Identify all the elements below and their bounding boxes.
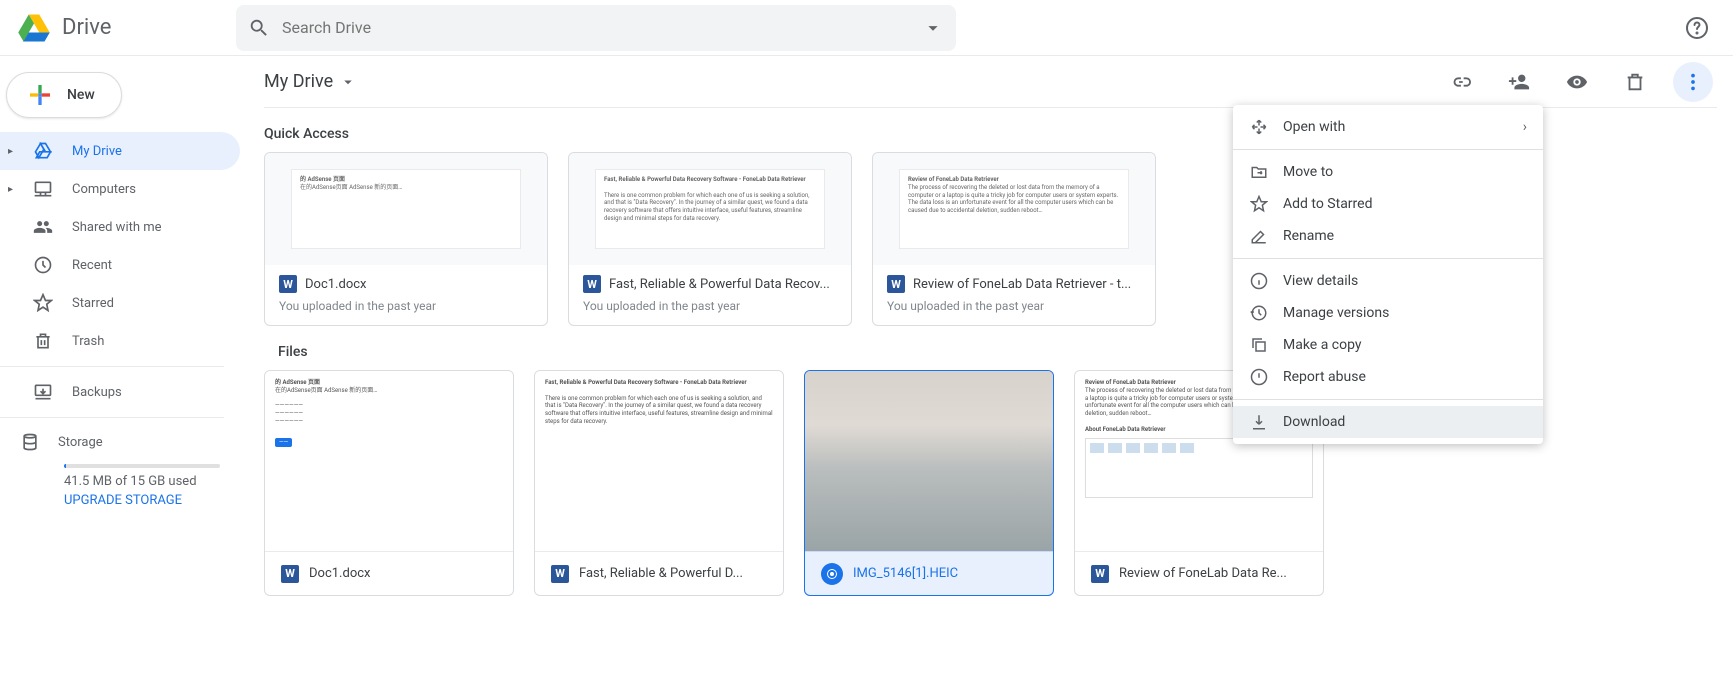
word-icon: W <box>281 565 299 583</box>
menu-manage-versions[interactable]: Manage versions <box>1233 297 1543 329</box>
plus-icon <box>25 80 55 110</box>
trash-icon <box>33 331 53 351</box>
word-icon: W <box>1091 565 1109 583</box>
chevron-down-icon <box>339 73 357 91</box>
remove-button[interactable] <box>1615 62 1655 102</box>
download-icon <box>1250 413 1268 431</box>
sidebar-item-storage[interactable]: Storage <box>0 424 240 460</box>
sidebar-item-starred[interactable]: Starred <box>0 284 240 322</box>
menu-make-copy[interactable]: Make a copy <box>1233 329 1543 361</box>
report-icon <box>1250 368 1268 386</box>
new-label: New <box>67 87 95 103</box>
sidebar-item-computers[interactable]: ▸ Computers <box>0 170 240 208</box>
breadcrumb[interactable]: My Drive <box>264 71 357 92</box>
storage-bar <box>64 464 220 468</box>
file-card[interactable]: IMG_5146[1].HEIC <box>804 370 1054 596</box>
eye-icon <box>1566 71 1588 93</box>
info-icon <box>1250 272 1268 290</box>
sidebar-item-shared[interactable]: Shared with me <box>0 208 240 246</box>
file-card[interactable]: 的 AdSense 页面在的AdSense页面 AdSense 新的页面…———… <box>264 370 514 596</box>
backups-icon <box>33 382 53 402</box>
history-icon <box>1250 304 1268 322</box>
recent-icon <box>33 255 53 275</box>
word-icon: W <box>279 275 297 293</box>
search-bar[interactable] <box>236 5 956 51</box>
sidebar-item-trash[interactable]: Trash <box>0 322 240 360</box>
copy-icon <box>1250 336 1268 354</box>
storage-used-text: 41.5 MB of 15 GB used <box>64 474 220 489</box>
word-icon: W <box>551 565 569 583</box>
share-button[interactable] <box>1499 62 1539 102</box>
sidebar-label: Starred <box>72 296 114 311</box>
computers-icon <box>33 179 53 199</box>
sidebar-item-backups[interactable]: Backups <box>0 373 240 411</box>
menu-report-abuse[interactable]: Report abuse <box>1233 361 1543 393</box>
search-input[interactable] <box>282 18 910 37</box>
new-button[interactable]: New <box>6 72 122 118</box>
shared-icon <box>33 217 53 237</box>
sidebar-label: Backups <box>72 385 122 400</box>
quick-card[interactable]: 的 AdSense 页面在的AdSense页面 AdSense 新的页面… WD… <box>264 152 548 326</box>
menu-view-details[interactable]: View details <box>1233 265 1543 297</box>
word-icon: W <box>887 275 905 293</box>
preview-button[interactable] <box>1557 62 1597 102</box>
brand[interactable]: Drive <box>16 10 236 46</box>
search-options-icon[interactable] <box>922 17 944 39</box>
more-vert-icon <box>1682 71 1704 93</box>
sidebar-label: My Drive <box>72 144 122 159</box>
chevron-right-icon: › <box>1523 119 1527 135</box>
open-with-icon <box>1250 118 1268 136</box>
my-drive-icon <box>33 141 53 161</box>
menu-add-starred[interactable]: Add to Starred <box>1233 188 1543 220</box>
storage-icon <box>20 432 40 452</box>
link-icon <box>1450 71 1472 93</box>
file-card[interactable]: Fast, Reliable & Powerful Data Recovery … <box>534 370 784 596</box>
context-menu: Open with › Move to Add to Starred Renam… <box>1233 105 1543 444</box>
trash-icon <box>1624 71 1646 93</box>
star-icon <box>33 293 53 313</box>
sidebar-label: Recent <box>72 258 112 273</box>
upgrade-storage-link[interactable]: UPGRADE STORAGE <box>64 493 220 508</box>
menu-download[interactable]: Download <box>1233 406 1543 438</box>
sidebar-item-my-drive[interactable]: ▸ My Drive <box>0 132 240 170</box>
quick-card[interactable]: Fast, Reliable & Powerful Data Recovery … <box>568 152 852 326</box>
sidebar-label: Computers <box>72 182 136 197</box>
drive-logo-icon <box>16 10 52 46</box>
expand-icon: ▸ <box>8 184 18 195</box>
menu-rename[interactable]: Rename <box>1233 220 1543 252</box>
quick-card[interactable]: Review of FoneLab Data RetrieverThe proc… <box>872 152 1156 326</box>
star-icon <box>1250 195 1268 213</box>
get-link-button[interactable] <box>1441 62 1481 102</box>
menu-move-to[interactable]: Move to <box>1233 156 1543 188</box>
person-add-icon <box>1508 71 1530 93</box>
rename-icon <box>1250 227 1268 245</box>
more-actions-button[interactable] <box>1673 62 1713 102</box>
help-button[interactable] <box>1677 8 1717 48</box>
move-icon <box>1250 163 1268 181</box>
help-icon <box>1685 16 1709 40</box>
brand-name: Drive <box>62 15 111 40</box>
image-icon <box>821 563 843 585</box>
search-icon <box>248 17 270 39</box>
menu-open-with[interactable]: Open with › <box>1233 111 1543 143</box>
image-thumbnail <box>805 371 1053 551</box>
sidebar-label: Shared with me <box>72 220 162 235</box>
sidebar: New ▸ My Drive ▸ Computers Shared with m… <box>0 56 240 686</box>
header: Drive <box>0 0 1733 56</box>
sidebar-item-recent[interactable]: Recent <box>0 246 240 284</box>
word-icon: W <box>583 275 601 293</box>
toolbar: My Drive <box>264 56 1717 108</box>
expand-icon: ▸ <box>8 146 18 157</box>
sidebar-label: Trash <box>72 334 104 349</box>
